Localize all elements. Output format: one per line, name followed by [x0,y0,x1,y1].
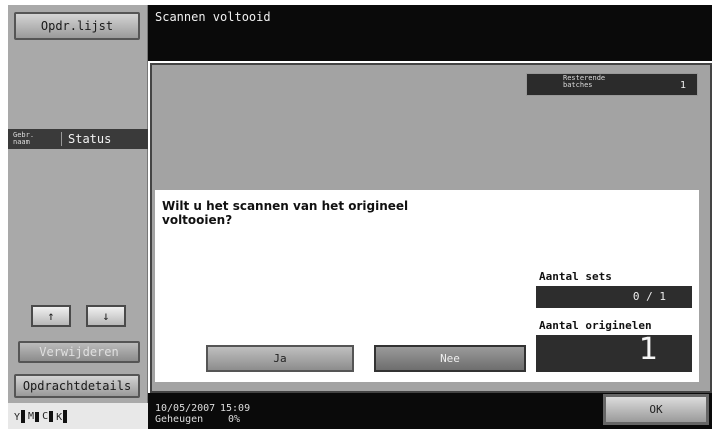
toner-k: K [56,409,68,423]
footer-memory-value: 0% [228,414,241,425]
toner-levels: Y M C K [8,403,148,429]
sidebar-tab-bar: Gebr. naam Status [8,129,148,149]
remaining-batches-label: Resterende batches [563,74,606,89]
toner-m: M [28,411,40,422]
sets-value: 0 / 1 [632,290,666,303]
toner-c: C [42,410,54,422]
footer-time: 15:09 [220,403,251,414]
remaining-batches-value: 1 [680,80,687,91]
originals-value: 1 [638,332,658,367]
job-details-button[interactable]: Opdrachtdetails [14,374,140,398]
scroll-up-button[interactable]: ↑ [31,305,71,327]
job-list-button[interactable]: Opdr.lijst [14,12,140,40]
remaining-batches-box [526,73,698,96]
footer-date-memory: 10/05/2007 Geheugen [155,403,215,425]
arrow-down-icon: ↓ [102,309,110,323]
tab-user-name[interactable]: Gebr. naam [8,132,62,146]
footer-time-memory: 15:09 0% [220,403,250,425]
yes-button[interactable]: Ja [206,345,354,372]
toner-bar-c [49,410,54,422]
tab-status[interactable]: Status [62,132,111,146]
footer-date: 10/05/2007 [155,403,216,414]
toner-y: Y [14,409,26,423]
page-title: Scannen voltooid [155,10,271,24]
toner-bar-y [21,409,26,423]
left-sidebar [8,5,148,429]
dialog-question: Wilt u het scannen van het origineel vol… [162,199,409,227]
no-button[interactable]: Nee [374,345,526,372]
ok-button[interactable]: OK [603,394,709,425]
toner-bar-m [35,411,40,422]
scroll-down-button[interactable]: ↓ [86,305,126,327]
originals-label: Aantal originelen [539,319,652,332]
toner-bar-k [63,409,68,423]
sets-label: Aantal sets [539,270,612,283]
delete-button[interactable]: Verwijderen [18,341,140,363]
arrow-up-icon: ↑ [47,309,55,323]
footer-memory-label: Geheugen [155,414,204,425]
